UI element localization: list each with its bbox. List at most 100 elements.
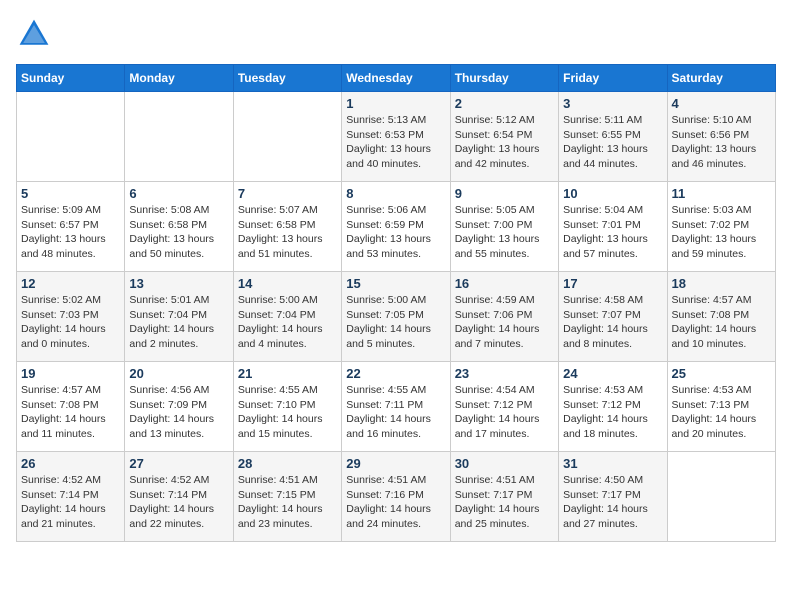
day-detail: Sunrise: 4:51 AM Sunset: 7:16 PM Dayligh… bbox=[346, 473, 445, 532]
day-detail: Sunrise: 4:54 AM Sunset: 7:12 PM Dayligh… bbox=[455, 383, 554, 442]
calendar-cell: 5 Sunrise: 5:09 AM Sunset: 6:57 PM Daylig… bbox=[17, 182, 125, 272]
calendar-cell: 9 Sunrise: 5:05 AM Sunset: 7:00 PM Daylig… bbox=[450, 182, 558, 272]
day-detail: Sunrise: 5:08 AM Sunset: 6:58 PM Dayligh… bbox=[129, 203, 228, 262]
week-row-5: 26 Sunrise: 4:52 AM Sunset: 7:14 PM Dayli… bbox=[17, 452, 776, 542]
day-detail: Sunrise: 4:50 AM Sunset: 7:17 PM Dayligh… bbox=[563, 473, 662, 532]
calendar-cell: 16Sunrise: 4:59 AM Sunset: 7:06 PM Dayli… bbox=[450, 272, 558, 362]
day-detail: Sunrise: 5:03 AM Sunset: 7:02 PM Dayligh… bbox=[672, 203, 771, 262]
day-detail: Sunrise: 5:12 AM Sunset: 6:54 PM Dayligh… bbox=[455, 113, 554, 172]
calendar-cell: 22 Sunrise: 4:55 AM Sunset: 7:11 PM Dayli… bbox=[342, 362, 450, 452]
calendar-cell: 23 Sunrise: 4:54 AM Sunset: 7:12 PM Dayli… bbox=[450, 362, 558, 452]
logo bbox=[16, 16, 56, 52]
day-number: 4 bbox=[672, 96, 771, 111]
calendar-cell: 13 Sunrise: 5:01 AM Sunset: 7:04 PM Dayli… bbox=[125, 272, 233, 362]
day-number: 11 bbox=[672, 186, 771, 201]
calendar-cell: 12Sunrise: 5:02 AM Sunset: 7:03 PM Dayli… bbox=[17, 272, 125, 362]
day-number: 5 bbox=[21, 186, 120, 201]
calendar-cell: 6 Sunrise: 5:08 AM Sunset: 6:58 PM Daylig… bbox=[125, 182, 233, 272]
calendar-cell: 28 Sunrise: 4:51 AM Sunset: 7:15 PM Dayli… bbox=[233, 452, 341, 542]
col-header-saturday: Saturday bbox=[667, 65, 775, 92]
week-row-2: 5 Sunrise: 5:09 AM Sunset: 6:57 PM Daylig… bbox=[17, 182, 776, 272]
day-number: 31 bbox=[563, 456, 662, 471]
day-number: 2 bbox=[455, 96, 554, 111]
day-number: 17 bbox=[563, 276, 662, 291]
calendar-cell: 11 Sunrise: 5:03 AM Sunset: 7:02 PM Dayli… bbox=[667, 182, 775, 272]
day-detail: Sunrise: 4:57 AM Sunset: 7:08 PM Dayligh… bbox=[672, 293, 771, 352]
calendar-cell: 1 Sunrise: 5:13 AM Sunset: 6:53 PM Daylig… bbox=[342, 92, 450, 182]
day-number: 27 bbox=[129, 456, 228, 471]
day-number: 29 bbox=[346, 456, 445, 471]
calendar-cell: 31 Sunrise: 4:50 AM Sunset: 7:17 PM Dayli… bbox=[559, 452, 667, 542]
calendar-cell: 17Sunrise: 4:58 AM Sunset: 7:07 PM Dayli… bbox=[559, 272, 667, 362]
day-number: 1 bbox=[346, 96, 445, 111]
day-number: 15 bbox=[346, 276, 445, 291]
calendar-cell: 19Sunrise: 4:57 AM Sunset: 7:08 PM Dayli… bbox=[17, 362, 125, 452]
day-number: 24 bbox=[563, 366, 662, 381]
day-detail: Sunrise: 4:52 AM Sunset: 7:14 PM Dayligh… bbox=[21, 473, 120, 532]
calendar-cell: 18Sunrise: 4:57 AM Sunset: 7:08 PM Dayli… bbox=[667, 272, 775, 362]
calendar-cell bbox=[125, 92, 233, 182]
day-detail: Sunrise: 5:00 AM Sunset: 7:05 PM Dayligh… bbox=[346, 293, 445, 352]
calendar-cell: 8 Sunrise: 5:06 AM Sunset: 6:59 PM Daylig… bbox=[342, 182, 450, 272]
col-header-wednesday: Wednesday bbox=[342, 65, 450, 92]
day-number: 22 bbox=[346, 366, 445, 381]
calendar-cell: 20 Sunrise: 4:56 AM Sunset: 7:09 PM Dayli… bbox=[125, 362, 233, 452]
day-number: 28 bbox=[238, 456, 337, 471]
day-detail: Sunrise: 4:53 AM Sunset: 7:12 PM Dayligh… bbox=[563, 383, 662, 442]
day-number: 30 bbox=[455, 456, 554, 471]
day-number: 13 bbox=[129, 276, 228, 291]
calendar-cell: 27 Sunrise: 4:52 AM Sunset: 7:14 PM Dayli… bbox=[125, 452, 233, 542]
col-header-thursday: Thursday bbox=[450, 65, 558, 92]
calendar-cell: 4 Sunrise: 5:10 AM Sunset: 6:56 PM Daylig… bbox=[667, 92, 775, 182]
day-number: 16 bbox=[455, 276, 554, 291]
calendar-cell: 24 Sunrise: 4:53 AM Sunset: 7:12 PM Dayli… bbox=[559, 362, 667, 452]
calendar-cell bbox=[667, 452, 775, 542]
day-detail: Sunrise: 5:09 AM Sunset: 6:57 PM Dayligh… bbox=[21, 203, 120, 262]
day-detail: Sunrise: 5:02 AM Sunset: 7:03 PM Dayligh… bbox=[21, 293, 120, 352]
day-number: 26 bbox=[21, 456, 120, 471]
day-number: 23 bbox=[455, 366, 554, 381]
day-number: 6 bbox=[129, 186, 228, 201]
day-detail: Sunrise: 5:04 AM Sunset: 7:01 PM Dayligh… bbox=[563, 203, 662, 262]
calendar-cell: 21 Sunrise: 4:55 AM Sunset: 7:10 PM Dayli… bbox=[233, 362, 341, 452]
calendar-table: SundayMondayTuesdayWednesdayThursdayFrid… bbox=[16, 64, 776, 542]
calendar-cell: 3Sunrise: 5:11 AM Sunset: 6:55 PM Daylig… bbox=[559, 92, 667, 182]
day-detail: Sunrise: 5:00 AM Sunset: 7:04 PM Dayligh… bbox=[238, 293, 337, 352]
day-detail: Sunrise: 5:13 AM Sunset: 6:53 PM Dayligh… bbox=[346, 113, 445, 172]
day-detail: Sunrise: 4:57 AM Sunset: 7:08 PM Dayligh… bbox=[21, 383, 120, 442]
day-detail: Sunrise: 5:06 AM Sunset: 6:59 PM Dayligh… bbox=[346, 203, 445, 262]
day-detail: Sunrise: 4:56 AM Sunset: 7:09 PM Dayligh… bbox=[129, 383, 228, 442]
page-header bbox=[16, 16, 776, 52]
col-header-sunday: Sunday bbox=[17, 65, 125, 92]
calendar-cell: 10 Sunrise: 5:04 AM Sunset: 7:01 PM Dayli… bbox=[559, 182, 667, 272]
day-number: 3 bbox=[563, 96, 662, 111]
day-number: 21 bbox=[238, 366, 337, 381]
day-detail: Sunrise: 4:53 AM Sunset: 7:13 PM Dayligh… bbox=[672, 383, 771, 442]
calendar-cell: 26 Sunrise: 4:52 AM Sunset: 7:14 PM Dayli… bbox=[17, 452, 125, 542]
calendar-cell: 25 Sunrise: 4:53 AM Sunset: 7:13 PM Dayli… bbox=[667, 362, 775, 452]
day-detail: Sunrise: 4:55 AM Sunset: 7:11 PM Dayligh… bbox=[346, 383, 445, 442]
calendar-cell bbox=[233, 92, 341, 182]
calendar-cell bbox=[17, 92, 125, 182]
day-detail: Sunrise: 4:52 AM Sunset: 7:14 PM Dayligh… bbox=[129, 473, 228, 532]
logo-icon bbox=[16, 16, 52, 52]
calendar-cell: 29 Sunrise: 4:51 AM Sunset: 7:16 PM Dayli… bbox=[342, 452, 450, 542]
day-number: 9 bbox=[455, 186, 554, 201]
day-number: 10 bbox=[563, 186, 662, 201]
day-detail: Sunrise: 4:51 AM Sunset: 7:17 PM Dayligh… bbox=[455, 473, 554, 532]
day-number: 8 bbox=[346, 186, 445, 201]
day-number: 25 bbox=[672, 366, 771, 381]
day-number: 20 bbox=[129, 366, 228, 381]
day-detail: Sunrise: 5:05 AM Sunset: 7:00 PM Dayligh… bbox=[455, 203, 554, 262]
calendar-header-row: SundayMondayTuesdayWednesdayThursdayFrid… bbox=[17, 65, 776, 92]
calendar-cell: 7Sunrise: 5:07 AM Sunset: 6:58 PM Daylig… bbox=[233, 182, 341, 272]
day-number: 14 bbox=[238, 276, 337, 291]
calendar-cell: 14 Sunrise: 5:00 AM Sunset: 7:04 PM Dayli… bbox=[233, 272, 341, 362]
day-detail: Sunrise: 4:55 AM Sunset: 7:10 PM Dayligh… bbox=[238, 383, 337, 442]
day-detail: Sunrise: 4:51 AM Sunset: 7:15 PM Dayligh… bbox=[238, 473, 337, 532]
col-header-tuesday: Tuesday bbox=[233, 65, 341, 92]
day-detail: Sunrise: 5:10 AM Sunset: 6:56 PM Dayligh… bbox=[672, 113, 771, 172]
day-detail: Sunrise: 5:01 AM Sunset: 7:04 PM Dayligh… bbox=[129, 293, 228, 352]
calendar-cell: 15 Sunrise: 5:00 AM Sunset: 7:05 PM Dayli… bbox=[342, 272, 450, 362]
day-detail: Sunrise: 5:07 AM Sunset: 6:58 PM Dayligh… bbox=[238, 203, 337, 262]
